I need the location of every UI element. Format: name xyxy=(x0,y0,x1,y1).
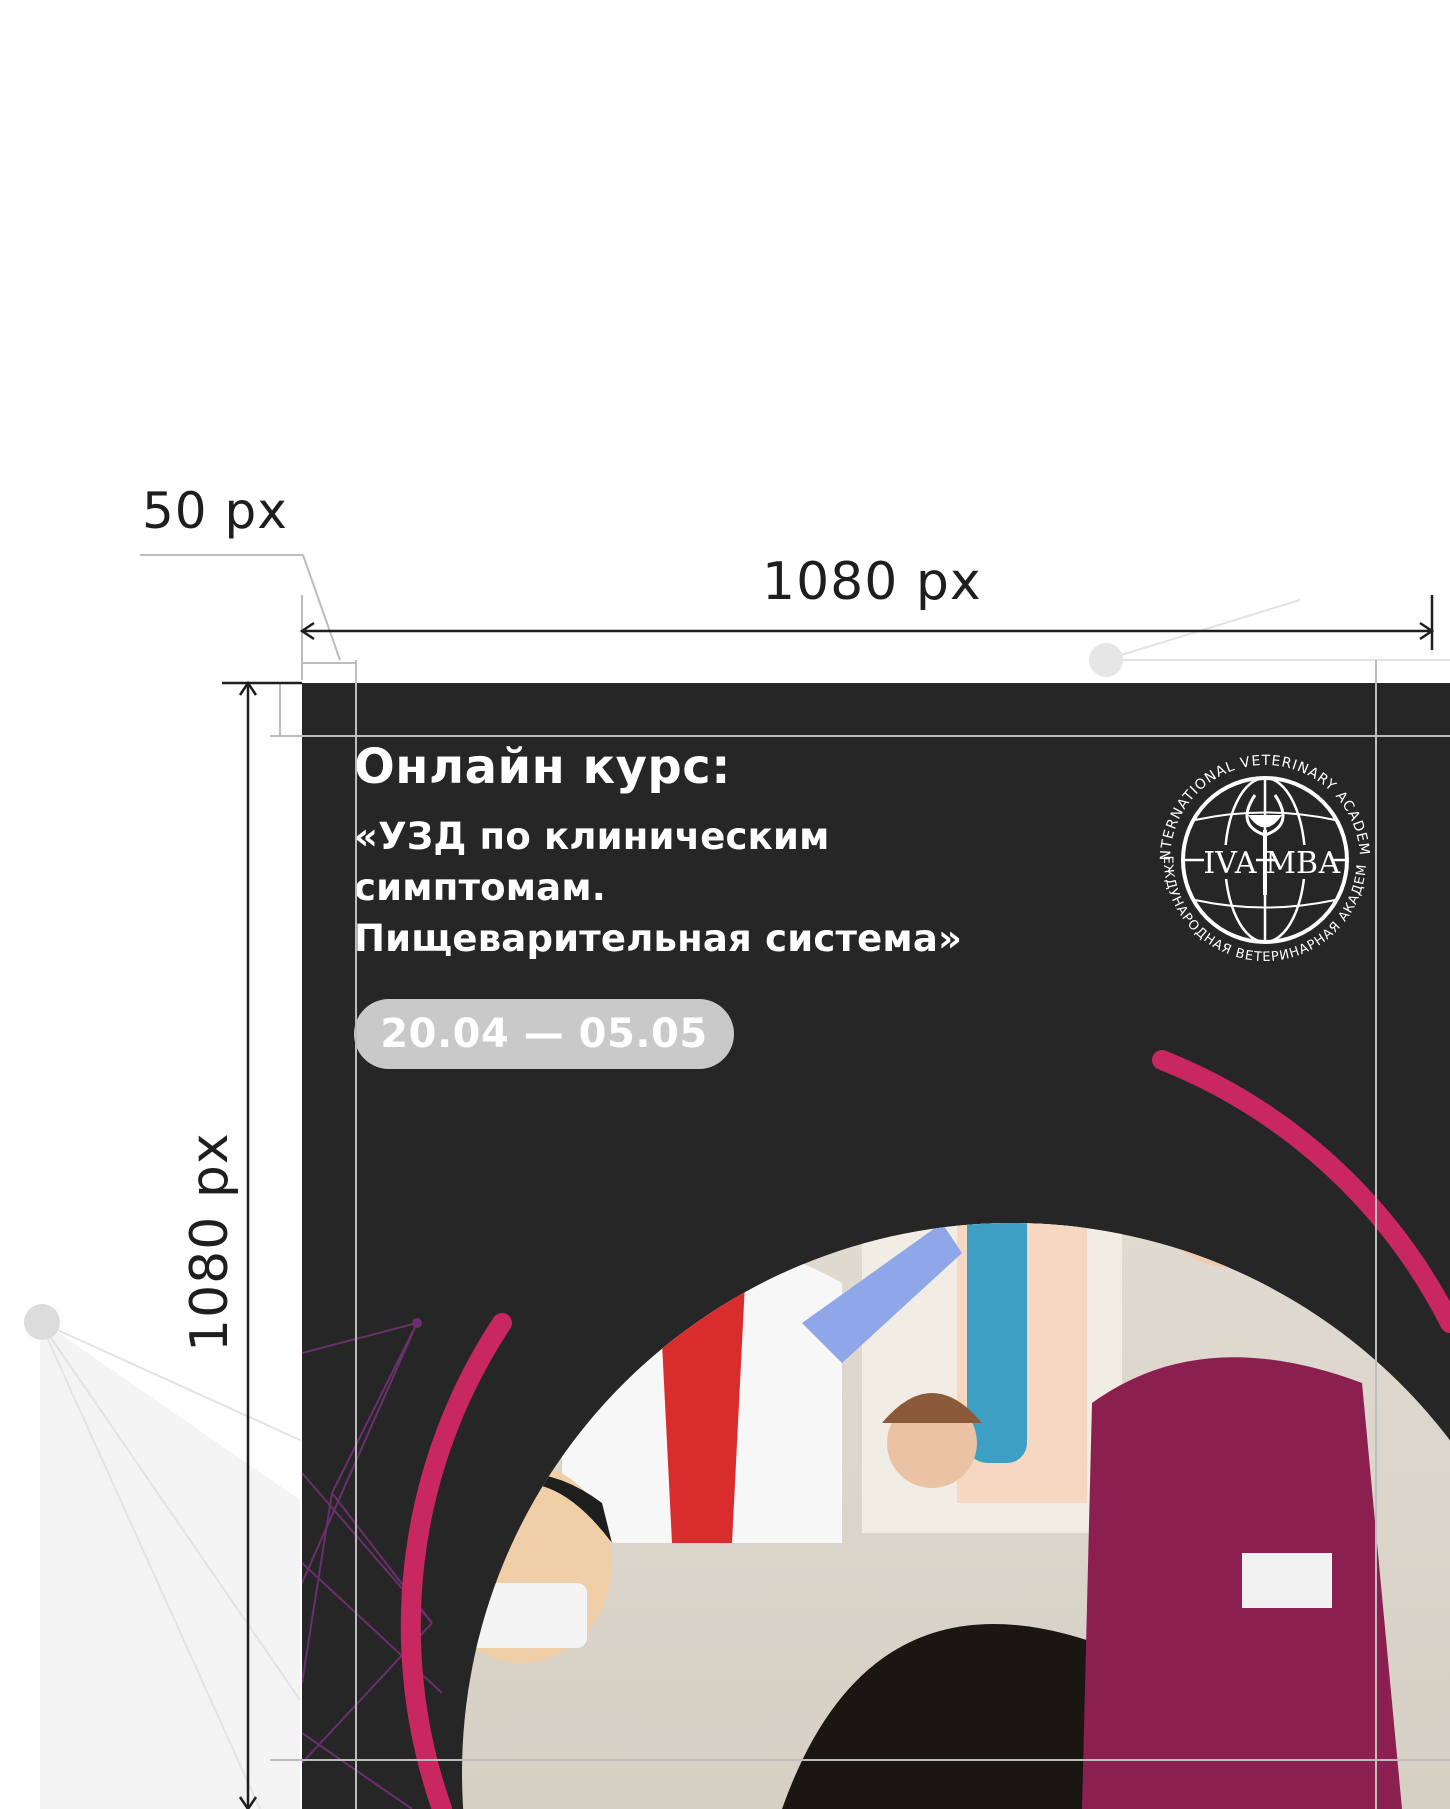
logo-mba-mark: МВА xyxy=(1265,846,1341,881)
poster-subtitle: «УЗД по клиническим симптомам. Пищеварит… xyxy=(354,811,962,964)
bowl-icon xyxy=(1248,815,1282,828)
svg-text:INTERNATIONAL VETERINARY ACADE: INTERNATIONAL VETERINARY ACADEMY xyxy=(1140,735,1372,861)
margin-dimension-label: 50 px xyxy=(142,482,288,540)
course-poster: Онлайн курс: «УЗД по клиническим симптом… xyxy=(302,683,1450,1809)
subtitle-line-1: «УЗД по клиническим xyxy=(354,815,830,858)
date-range-badge: 20.04 — 05.05 xyxy=(354,999,734,1069)
width-dimension-label: 1080 px xyxy=(762,552,982,612)
height-dimension-label: 1080 px xyxy=(180,1132,240,1352)
poster-title: Онлайн курс: xyxy=(354,739,731,795)
subtitle-line-3: Пищеварительная система» xyxy=(354,917,963,960)
academy-logo: INTERNATIONAL VETERINARY ACADEMY МЕЖДУНА… xyxy=(1140,735,1372,965)
subtitle-line-2: симптомам. xyxy=(354,866,607,909)
logo-ring-top: INTERNATIONAL VETERINARY ACADEMY xyxy=(1140,735,1371,861)
logo-iva-mark: IVA xyxy=(1203,846,1256,881)
